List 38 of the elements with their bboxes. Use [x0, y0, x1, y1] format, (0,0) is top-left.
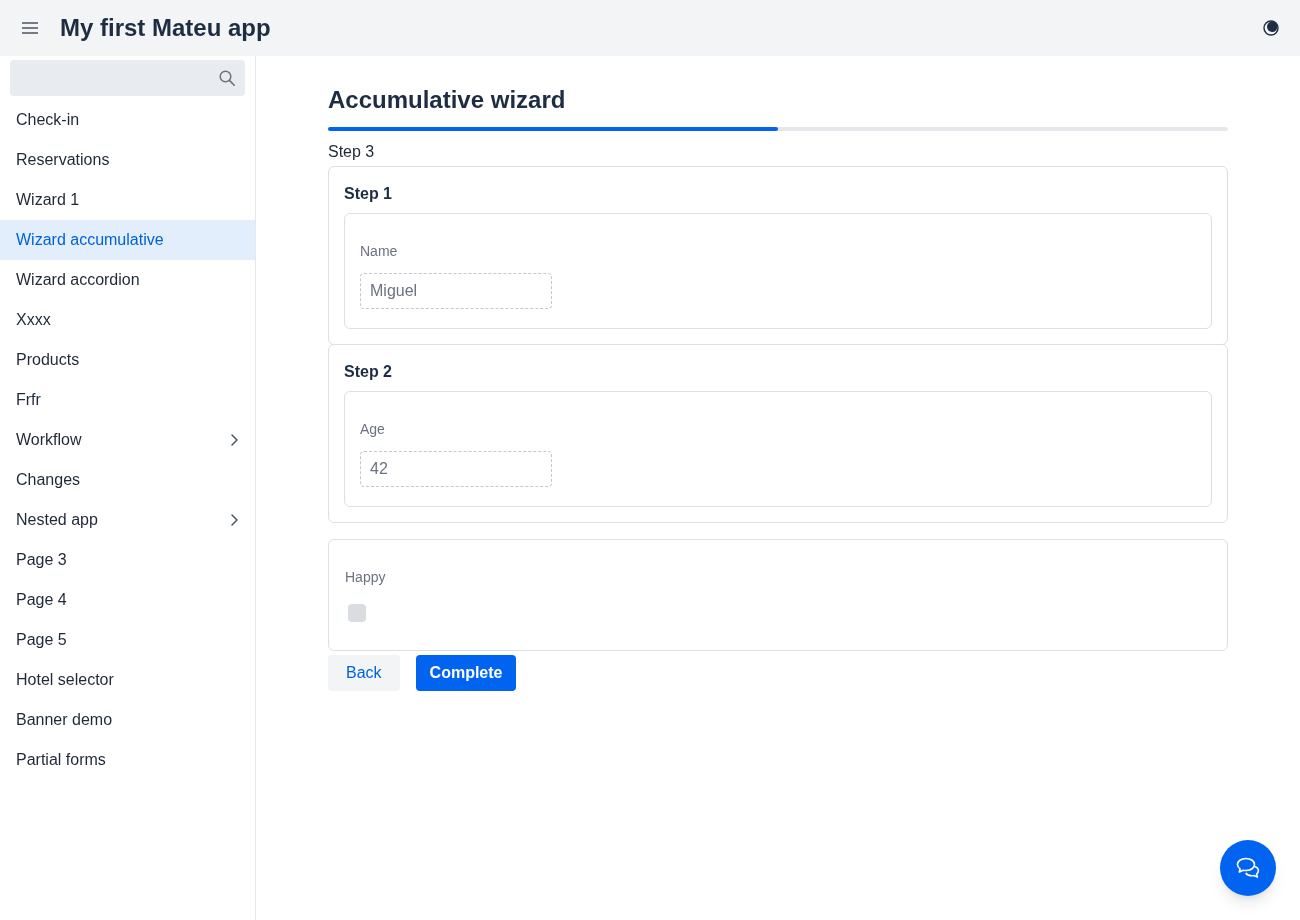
chat-bubbles-icon — [1235, 856, 1261, 880]
step-title: Step 1 — [344, 184, 393, 204]
app-title: My first Mateu app — [60, 13, 271, 43]
sidebar-item[interactable]: Banner demo — [0, 700, 255, 740]
field-label: Name — [360, 242, 398, 261]
field-label: Happy — [345, 568, 386, 587]
sidebar-item[interactable]: Wizard 1 — [0, 180, 255, 220]
theme-toggle-icon[interactable] — [1263, 20, 1279, 36]
sidebar-item[interactable]: Products — [0, 340, 255, 380]
chat-button[interactable] — [1220, 840, 1276, 896]
sidebar-item[interactable]: Frfr — [0, 380, 255, 420]
step-title: Step 2 — [344, 362, 393, 382]
sidebar-item[interactable]: Reservations — [0, 140, 255, 180]
sidebar-item[interactable]: Partial forms — [0, 740, 255, 780]
field-label: Age — [360, 420, 385, 439]
sidebar-item[interactable]: Changes — [0, 460, 255, 500]
sidebar-item[interactable]: Wizard accordion — [0, 260, 255, 300]
current-step-label: Step 3 — [328, 142, 376, 162]
text-field[interactable]: Miguel — [360, 273, 552, 309]
checkbox[interactable] — [348, 604, 366, 622]
chevron-right-icon — [231, 434, 238, 446]
search-field[interactable] — [10, 60, 245, 96]
text-field[interactable]: 42 — [360, 451, 552, 487]
chevron-right-icon — [231, 514, 238, 526]
sidebar-item[interactable]: Page 4 — [0, 580, 255, 620]
sidebar-item[interactable]: Page 3 — [0, 540, 255, 580]
complete-button[interactable]: Complete — [415, 655, 517, 691]
sidebar-item[interactable]: Nested app — [0, 500, 255, 540]
sidebar-item[interactable]: Hotel selector — [0, 660, 255, 700]
sidebar-item[interactable]: Page 5 — [0, 620, 255, 660]
sidebar-item[interactable]: Wizard accumulative — [0, 220, 255, 260]
search-icon — [219, 70, 235, 86]
sidebar-item[interactable]: Xxxx — [0, 300, 255, 340]
page-title: Accumulative wizard — [328, 85, 567, 115]
back-button[interactable]: Back — [328, 655, 400, 691]
sidebar-item[interactable]: Check-in — [0, 100, 255, 140]
menu-icon[interactable] — [22, 22, 38, 34]
sidebar-item[interactable]: Workflow — [0, 420, 255, 460]
